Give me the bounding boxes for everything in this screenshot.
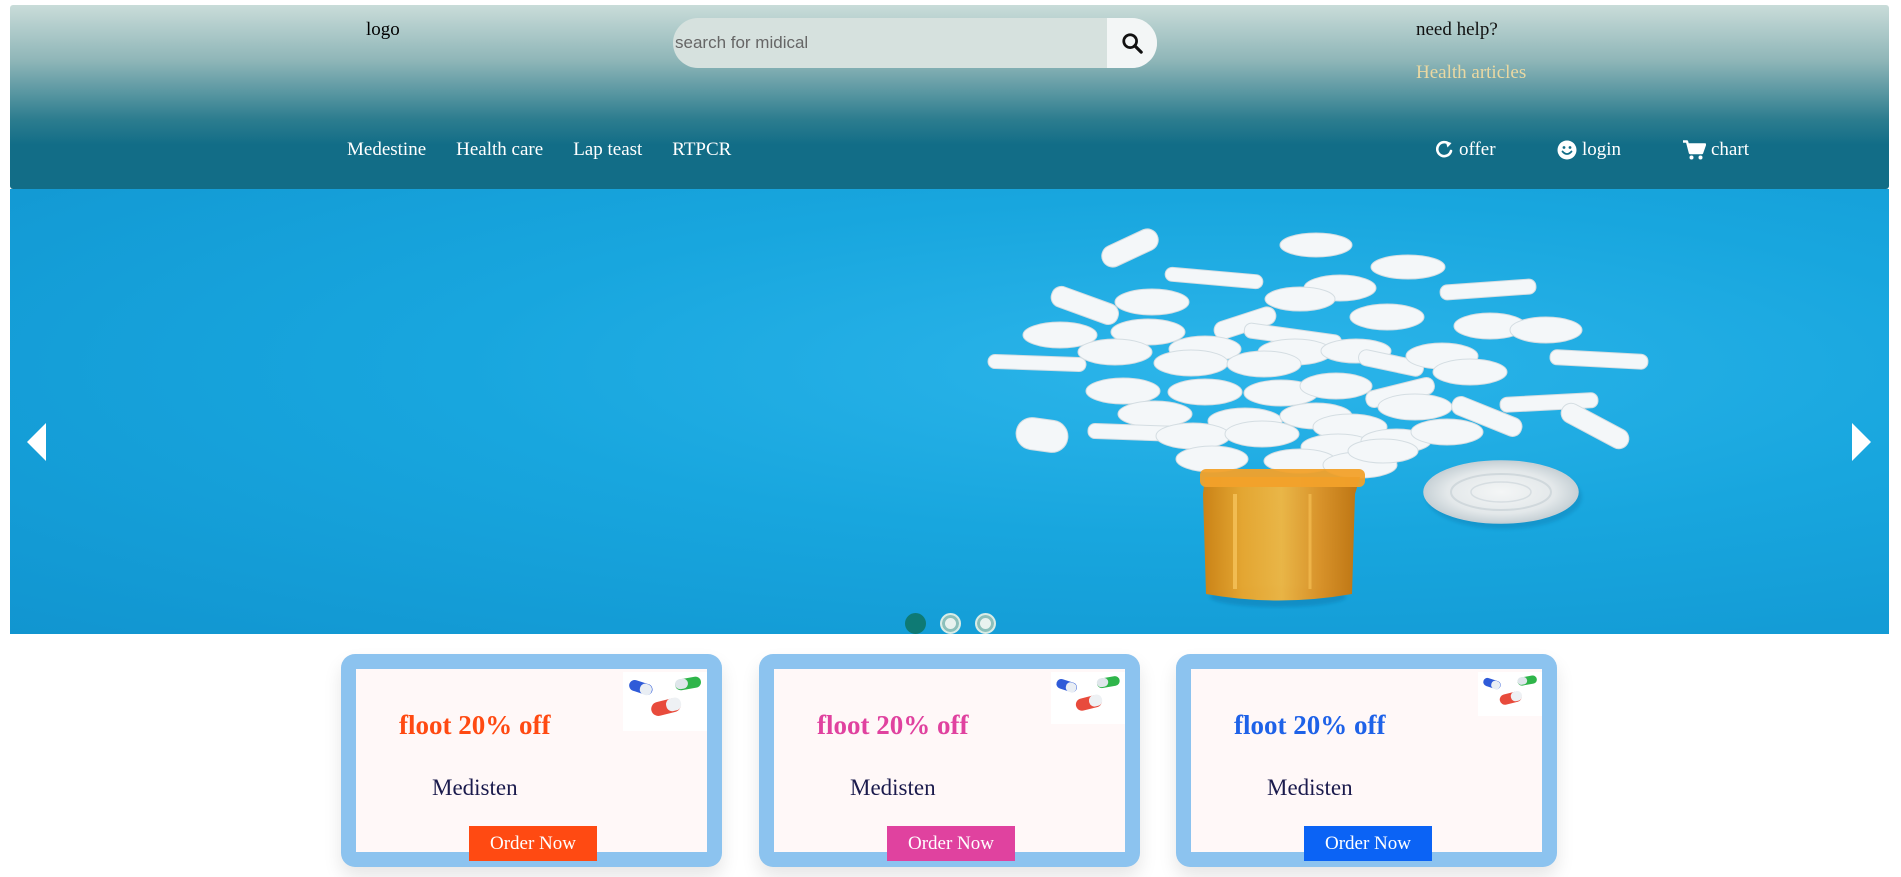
carousel-dot-2[interactable]	[940, 613, 961, 634]
nav-item-rtpcr[interactable]: RTPCR	[672, 139, 731, 161]
search-input[interactable]	[673, 18, 1097, 68]
carousel-dot-1[interactable]	[905, 613, 926, 634]
health-articles-link[interactable]: Health articles	[1416, 62, 1526, 84]
login-label: login	[1582, 139, 1622, 160]
nav-item-medestine[interactable]: Medestine	[347, 139, 426, 161]
order-now-button[interactable]: Order Now	[887, 826, 1015, 861]
carousel-indicators	[905, 613, 996, 634]
offer-card-body: floot 20% off Medisten Order Now	[1191, 669, 1542, 861]
chart-link[interactable]: chart	[1683, 139, 1749, 161]
search-bar	[673, 18, 1157, 68]
order-now-button[interactable]: Order Now	[469, 826, 597, 861]
chart-label: chart	[1711, 139, 1749, 160]
offer-product: Medisten	[432, 775, 518, 800]
offer-title: floot 20% off	[817, 710, 969, 740]
site-header: logo need help? Health articles Medestin…	[10, 5, 1889, 189]
main-nav: Medestine Health care Lap teast RTPCR	[347, 139, 761, 161]
offer-card: floot 20% off Medisten Order Now	[759, 654, 1140, 867]
refresh-icon	[1436, 140, 1453, 158]
order-now-button[interactable]: Order Now	[1304, 826, 1432, 861]
offer-card-body: floot 20% off Medisten Order Now	[774, 669, 1125, 861]
offer-product: Medisten	[1267, 775, 1353, 800]
chevron-left-icon[interactable]	[24, 421, 48, 463]
offer-link[interactable]: offer	[1436, 139, 1496, 161]
offer-card: floot 20% off Medisten Order Now	[1176, 654, 1557, 867]
search-icon	[1122, 33, 1143, 54]
pills-thumbnail	[623, 672, 707, 731]
smiley-icon	[1557, 140, 1577, 160]
offer-title: floot 20% off	[1234, 710, 1386, 740]
pills-thumbnail	[1478, 672, 1542, 716]
pills-image	[987, 228, 1649, 607]
nav-item-lap-teast[interactable]: Lap teast	[573, 139, 642, 161]
login-link[interactable]: login	[1557, 139, 1621, 161]
offer-cards: floot 20% off Medisten Order Now floot 2…	[341, 654, 1561, 877]
logo[interactable]: logo	[366, 19, 400, 41]
offer-title: floot 20% off	[399, 710, 551, 740]
chevron-right-icon[interactable]	[1850, 421, 1874, 463]
offer-label: offer	[1459, 139, 1496, 160]
carousel-dot-3[interactable]	[975, 613, 996, 634]
offer-card-body: floot 20% off Medisten Order Now	[356, 669, 707, 861]
hero-carousel	[10, 189, 1889, 634]
offer-product: Medisten	[850, 775, 936, 800]
offer-card: floot 20% off Medisten Order Now	[341, 654, 722, 867]
nav-item-health-care[interactable]: Health care	[456, 139, 543, 161]
pills-thumbnail	[1051, 672, 1125, 724]
cart-icon	[1683, 140, 1706, 160]
need-help-text: need help?	[1416, 19, 1498, 40]
search-button[interactable]	[1107, 18, 1157, 68]
